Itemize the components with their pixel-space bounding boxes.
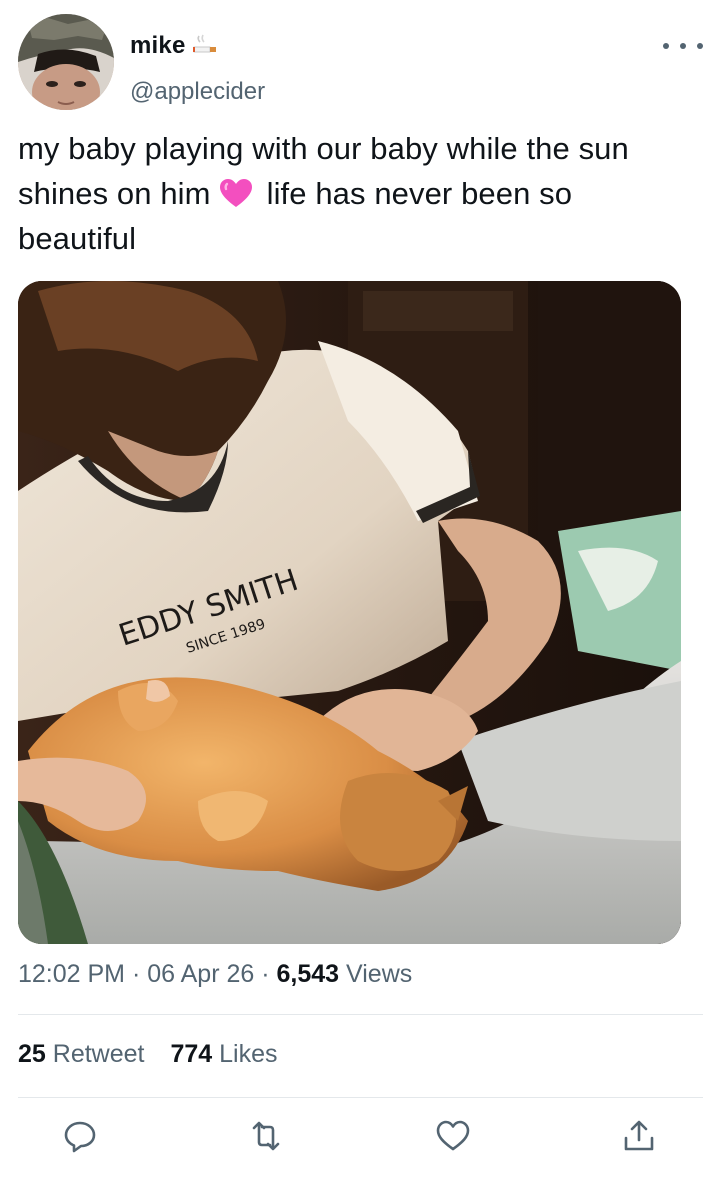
tweet-text: my baby playing with our baby while the … (18, 126, 708, 261)
meta-separator: · (131, 960, 148, 988)
more-icon[interactable] (663, 36, 703, 56)
tweet-meta: 12:02 PM · 06 Apr 26 · 6,543 Views (18, 960, 412, 989)
tweet-text-segment: life has never been so (266, 176, 573, 211)
divider (18, 1014, 703, 1015)
tweet-photo[interactable]: EDDY SMITH SINCE 1989 (18, 281, 681, 944)
tweet-text-line: my baby playing with our baby while the … (18, 131, 629, 166)
meta-separator: · (261, 960, 277, 988)
like-icon[interactable] (433, 1116, 473, 1156)
tweet-date[interactable]: 06 Apr 26 (147, 960, 254, 988)
more-dot (663, 43, 669, 49)
tweet-text-line: beautiful (18, 221, 137, 256)
pink-heart-emoji-icon (219, 175, 253, 207)
author-handle[interactable]: @applecider (130, 78, 265, 106)
author-name[interactable]: mike (130, 32, 186, 60)
more-dot (697, 43, 703, 49)
cigarette-emoji-icon (192, 34, 218, 59)
author-name-row[interactable]: mike (130, 32, 218, 60)
tweet-actions (0, 1116, 721, 1166)
tweet-time[interactable]: 12:02 PM (18, 960, 125, 988)
retweet-count: 25 (18, 1040, 46, 1068)
likes-label: Likes (219, 1040, 278, 1068)
avatar[interactable] (18, 14, 114, 110)
retweet-stat[interactable]: 25 Retweet (18, 1040, 144, 1069)
tweet-header: mike @applecider (18, 14, 703, 114)
likes-count: 774 (170, 1040, 213, 1068)
retweet-label: Retweet (52, 1040, 145, 1068)
views-count: 6,543 (276, 960, 340, 988)
tweet-text-segment: shines on him (18, 176, 211, 211)
divider (18, 1097, 703, 1098)
views-label: Views (346, 960, 413, 988)
share-icon[interactable] (619, 1116, 659, 1156)
more-dot (680, 43, 686, 49)
retweet-icon[interactable] (246, 1116, 286, 1156)
tweet-text-line: shines on him life has never been so (18, 171, 708, 216)
tweet-stats: 25 Retweet 774 Likes (18, 1040, 278, 1069)
reply-icon[interactable] (60, 1116, 100, 1156)
likes-stat[interactable]: 774 Likes (170, 1040, 277, 1069)
